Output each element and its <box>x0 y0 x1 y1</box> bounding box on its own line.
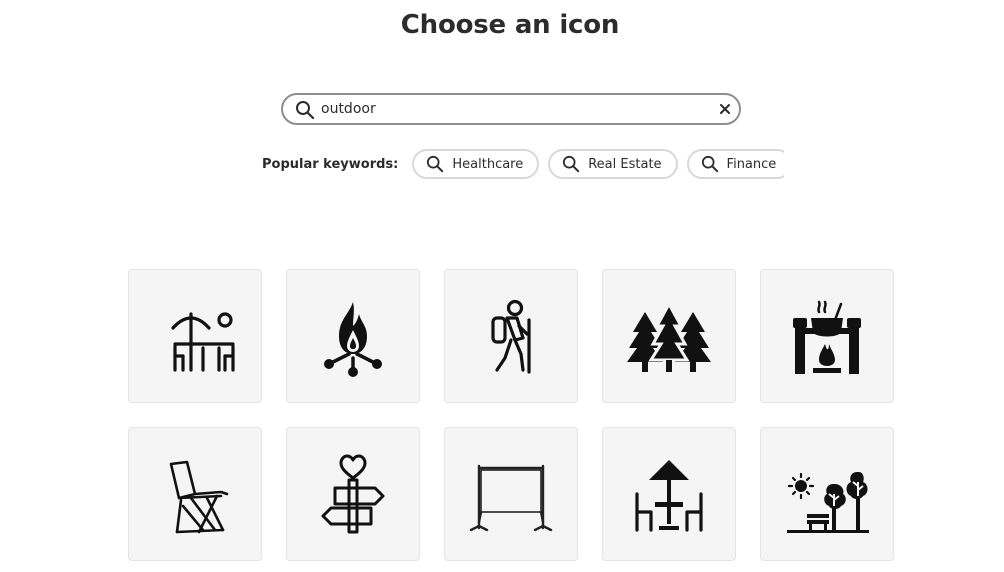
result-tile-hiker[interactable] <box>444 269 578 403</box>
search-icon <box>701 155 718 173</box>
result-tile-campfire[interactable] <box>286 269 420 403</box>
outdoor-screen-icon <box>469 464 553 532</box>
result-tile-bistro[interactable] <box>602 427 736 561</box>
page-title: Choose an icon <box>400 10 620 40</box>
search-icon <box>563 155 580 173</box>
close-icon[interactable] <box>718 102 732 116</box>
result-tile-screen[interactable] <box>444 427 578 561</box>
keywords-carousel: Healthcare Real Estate Finance <box>412 147 785 181</box>
icon-results-grid <box>128 269 894 561</box>
popular-keywords: Popular keywords: Healthcare Real Estate <box>262 147 785 181</box>
result-tile-patio[interactable] <box>128 269 262 403</box>
keyword-chip-label: Real Estate <box>588 156 662 172</box>
result-tile-trees[interactable] <box>602 269 736 403</box>
campfire-icon <box>324 302 382 377</box>
park-trees-bench-icon <box>787 472 869 533</box>
search-icon <box>296 101 315 120</box>
result-tile-chair[interactable] <box>128 427 262 561</box>
bistro-table-umbrella-icon <box>635 460 703 532</box>
popular-keywords-label: Popular keywords: <box>262 156 399 172</box>
search-icon <box>427 155 444 173</box>
keyword-chip-healthcare[interactable]: Healthcare <box>412 149 540 179</box>
search-input[interactable] <box>321 97 701 121</box>
search-bar[interactable] <box>281 93 741 125</box>
heart-signpost-icon <box>321 454 385 534</box>
result-tile-park[interactable] <box>760 427 894 561</box>
result-tile-signpost[interactable] <box>286 427 420 561</box>
keyword-chip-finance[interactable]: Finance <box>686 149 785 179</box>
result-tile-cooking[interactable] <box>760 269 894 403</box>
icon-picker-page: Choose an icon Popular keywords: Healthc… <box>0 0 1004 572</box>
keyword-chip-label: Healthcare <box>452 156 524 172</box>
keyword-chip-real-estate[interactable]: Real Estate <box>548 149 678 179</box>
patio-table-umbrella-icon <box>171 312 235 372</box>
camping-chair-icon <box>169 460 229 534</box>
pine-trees-icon <box>627 300 711 372</box>
keyword-chip-label: Finance <box>726 156 777 172</box>
cooking-pot-over-fire-icon <box>793 300 861 374</box>
hiker-icon <box>491 299 531 374</box>
